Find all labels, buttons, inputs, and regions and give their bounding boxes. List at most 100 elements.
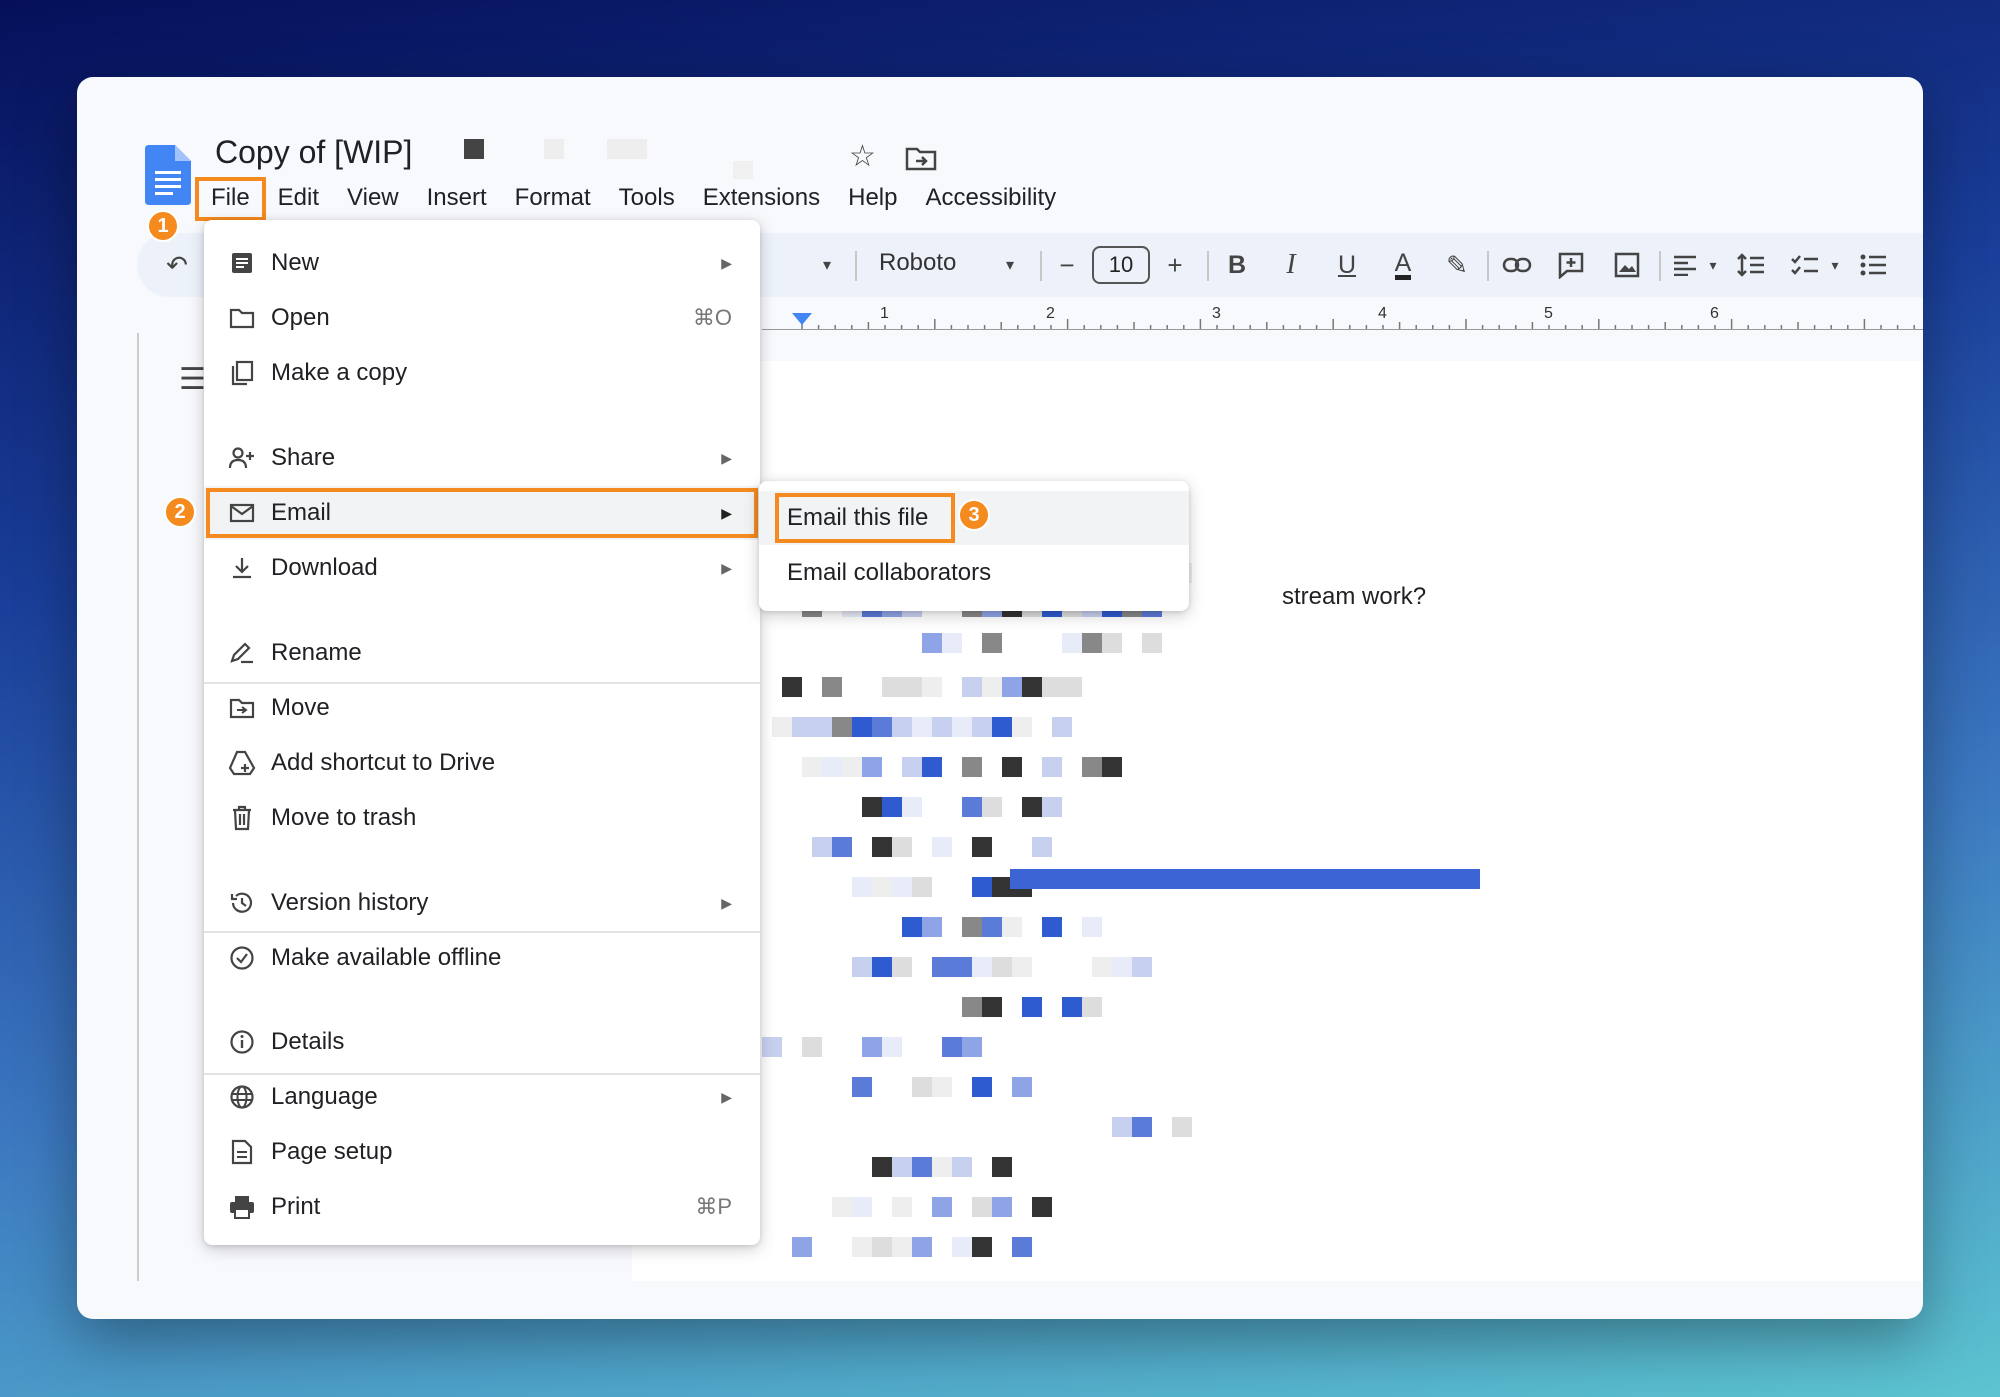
redacted-pixel <box>952 1157 972 1177</box>
add-comment-icon[interactable] <box>1551 233 1591 297</box>
redacted-pixel <box>1042 677 1062 697</box>
google-docs-logo-icon[interactable] <box>145 145 191 205</box>
align-left-icon[interactable] <box>1667 233 1703 297</box>
toolbar-separator <box>855 251 857 281</box>
redacted-pixel <box>892 1197 912 1217</box>
redacted-pixel <box>1112 957 1132 977</box>
align-dropdown-chevron-icon[interactable]: ▾ <box>1703 233 1723 297</box>
step-badge-1: 1 <box>147 210 179 242</box>
menu-item-rename[interactable]: Rename <box>204 626 760 680</box>
offline-check-icon <box>226 942 258 974</box>
redacted-pixel <box>872 717 892 737</box>
link-icon[interactable] <box>1497 233 1537 297</box>
menu-item-label: Print <box>271 1193 321 1220</box>
bold-icon[interactable]: B <box>1217 233 1257 297</box>
toolbar-separator <box>1659 251 1661 281</box>
redacted-pixel <box>932 1157 952 1177</box>
font-size-input[interactable]: 10 <box>1092 246 1150 284</box>
redacted-pixel <box>982 917 1002 937</box>
submenu-arrow-icon: ▶ <box>721 1088 732 1105</box>
document-title[interactable]: Copy of [WIP] <box>215 134 412 171</box>
font-dropdown-chevron-icon[interactable]: ▾ <box>995 233 1025 297</box>
folder-icon <box>226 302 258 334</box>
menu-item-print[interactable]: Print ⌘P <box>204 1180 760 1234</box>
redacted-pixel <box>932 1197 952 1217</box>
undo-icon[interactable]: ↶ <box>157 233 197 297</box>
menu-item-language[interactable]: Language ▶ <box>204 1070 760 1124</box>
menu-item-add-shortcut-to-drive[interactable]: Add shortcut to Drive <box>204 736 760 790</box>
menu-item-download[interactable]: Download ▶ <box>204 541 760 595</box>
zoom-dropdown-chevron-icon[interactable]: ▾ <box>815 233 839 297</box>
redacted-pixel <box>852 1077 872 1097</box>
move-folder-icon[interactable] <box>905 145 937 171</box>
redacted-pixel <box>922 757 942 777</box>
menu-item-version-history[interactable]: Version history ▶ <box>204 876 760 930</box>
redacted-pixel <box>1012 717 1032 737</box>
menu-extensions[interactable]: Extensions <box>689 179 834 219</box>
submenu-item-email-collaborators[interactable]: Email collaborators <box>759 546 1189 600</box>
redacted-block <box>733 161 753 179</box>
redacted-pixel <box>762 1037 782 1057</box>
menu-help[interactable]: Help <box>834 179 911 219</box>
increase-font-size-icon[interactable]: + <box>1157 233 1193 297</box>
ruler-number: 5 <box>1544 305 1553 322</box>
highlight-pen-icon[interactable]: ✎ <box>1437 233 1477 297</box>
menu-file[interactable]: File <box>195 177 266 221</box>
menu-format[interactable]: Format <box>501 179 605 219</box>
redacted-pixel <box>1012 1237 1032 1257</box>
docs-window: Copy of [WIP] ☆ File Edit View Insert Fo… <box>77 77 1923 1319</box>
new-doc-icon <box>226 247 258 279</box>
rename-icon <box>226 637 258 669</box>
menu-view[interactable]: View <box>333 179 413 219</box>
redacted-pixel <box>972 1237 992 1257</box>
redacted-pixel <box>992 1157 1012 1177</box>
checklist-dropdown-chevron-icon[interactable]: ▾ <box>1825 233 1845 297</box>
redacted-pixel <box>812 717 832 737</box>
menu-tools[interactable]: Tools <box>605 179 689 219</box>
menu-item-make-available-offline[interactable]: Make available offline <box>204 931 760 985</box>
menu-item-label: Move <box>271 694 330 721</box>
redacted-pixel <box>872 837 892 857</box>
menu-accessibility[interactable]: Accessibility <box>911 179 1070 219</box>
redacted-pixel <box>962 757 982 777</box>
menu-insert[interactable]: Insert <box>413 179 501 219</box>
menu-item-move[interactable]: Move <box>204 681 760 735</box>
page-setup-icon <box>226 1136 258 1168</box>
redacted-pixel <box>1042 757 1062 777</box>
menu-item-open[interactable]: Open ⌘O <box>204 291 760 345</box>
menu-edit[interactable]: Edit <box>264 179 333 219</box>
redacted-pixel <box>942 633 962 653</box>
redacted-pixel <box>882 1037 902 1057</box>
menu-item-new[interactable]: New ▶ <box>204 236 760 290</box>
italic-icon[interactable]: I <box>1271 233 1311 297</box>
menu-item-details[interactable]: Details <box>204 1015 760 1069</box>
menu-item-email[interactable]: Email ▶ <box>204 486 760 540</box>
redacted-pixel <box>832 837 852 857</box>
menu-item-move-to-trash[interactable]: Move to trash <box>204 791 760 845</box>
redacted-pixel <box>982 997 1002 1017</box>
insert-image-icon[interactable] <box>1607 233 1647 297</box>
submenu-arrow-icon: ▶ <box>721 504 732 521</box>
menu-item-share[interactable]: Share ▶ <box>204 431 760 485</box>
line-spacing-icon[interactable] <box>1731 233 1771 297</box>
font-selector[interactable]: Roboto <box>879 249 956 277</box>
redacted-pixel <box>932 957 952 977</box>
redacted-pixel <box>952 957 972 977</box>
checklist-icon[interactable] <box>1785 233 1825 297</box>
menu-item-page-setup[interactable]: Page setup <box>204 1125 760 1179</box>
bulleted-list-icon[interactable] <box>1853 233 1893 297</box>
document-outline-icon[interactable]: ☰ <box>179 362 206 397</box>
redacted-pixel <box>1032 1197 1052 1217</box>
share-person-icon <box>226 442 258 474</box>
ruler[interactable]: 1 2 3 4 5 6 <box>762 303 1923 333</box>
underline-icon[interactable]: U <box>1327 233 1367 297</box>
redacted-pixel <box>952 717 972 737</box>
menu-item-make-a-copy[interactable]: Make a copy <box>204 346 760 400</box>
text-color-icon[interactable]: A <box>1383 233 1423 297</box>
menu-item-label: Download <box>271 554 378 581</box>
redacted-pixel <box>822 677 842 697</box>
decrease-font-size-icon[interactable]: − <box>1049 233 1085 297</box>
step-badge-3: 3 <box>958 499 990 531</box>
document-text-fragment: stream work? <box>1282 583 1427 610</box>
star-icon[interactable]: ☆ <box>849 139 876 174</box>
